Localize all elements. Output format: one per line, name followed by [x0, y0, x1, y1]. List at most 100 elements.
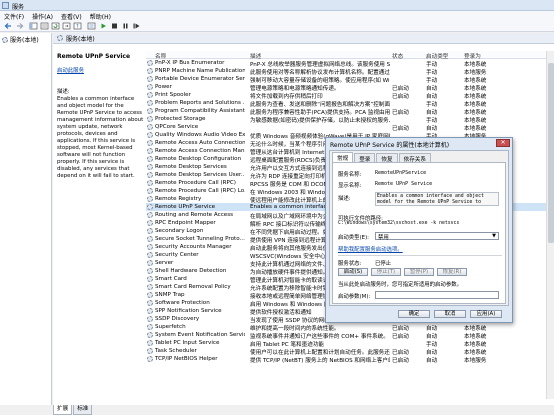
description-box[interactable]: Enables a common interface and object mo…	[375, 192, 499, 206]
service-name-cell: Portable Device Enumerator Ser...	[155, 76, 245, 82]
table-row[interactable]: Power 管理电源策略和电源策略通知传递。 已启动 自动 本地系统	[146, 83, 554, 92]
scrollbar-thumb[interactable]	[548, 63, 554, 243]
service-name-cell: Secondary Logon	[155, 228, 204, 234]
service-status-cell: 已启动	[392, 358, 409, 364]
display-name-label: 显示名称:	[338, 183, 362, 189]
pause-service-icon[interactable]	[121, 22, 130, 30]
properties-icon[interactable]	[87, 22, 96, 30]
service-name-cell: SNMP Trap	[155, 292, 185, 298]
service-name-cell: Tablet PC Input Service	[155, 340, 220, 346]
gear-icon	[147, 292, 153, 298]
ok-button[interactable]: 确定	[398, 310, 430, 318]
service-name-cell: Superfetch	[155, 324, 186, 330]
gear-icon	[147, 60, 153, 66]
resume-button[interactable]: 恢复(R)	[437, 268, 467, 276]
dialog-titlebar[interactable]: Remote UPnP Service 的属性(本地计算机) ✕	[326, 138, 512, 149]
gear-icon	[147, 348, 153, 354]
gear-icon	[147, 180, 153, 186]
gear-icon	[147, 108, 153, 114]
start-service-icon[interactable]	[99, 22, 108, 30]
gear-icon	[147, 244, 153, 250]
detail-desc-text: Enables a common interface and object mo…	[57, 96, 144, 179]
gear-icon	[147, 204, 153, 210]
stop-button[interactable]: 停止(T)	[371, 268, 401, 276]
toolbar: ?	[0, 20, 554, 32]
service-name-cell: Secure Socket Tunneling Proto...	[155, 236, 245, 242]
restart-service-icon[interactable]	[132, 22, 141, 30]
table-row[interactable]: PNRP Machine Name Publication... 此服务使用对等名…	[146, 67, 554, 76]
service-name-cell: Remote Access Auto Connection ...	[155, 140, 245, 146]
export-icon[interactable]	[62, 22, 71, 30]
table-row[interactable]: QPCore Service 已启动 自动 本地系统	[146, 123, 554, 132]
exe-path-value: C:\Windows\system32\svchost.exe -k netsv…	[338, 221, 460, 226]
tab-extended[interactable]: 扩展	[53, 405, 73, 415]
gear-icon	[147, 220, 153, 226]
table-row[interactable]: Protected Storage 为敏感数据(如密码)提供保护存储，以防止未授权…	[146, 115, 554, 124]
table-row[interactable]: Task Scheduler使用户可以在此计算机上配置和计划自动任务。此服务还托…	[146, 347, 554, 356]
table-row[interactable]: Tablet PC Input Service 启用 Tablet PC 笔和墨迹…	[146, 339, 554, 348]
cancel-button[interactable]: 取消	[434, 310, 466, 318]
pause-button[interactable]: 暂停(P)	[404, 268, 434, 276]
gear-icon	[147, 188, 153, 194]
table-row[interactable]: TCP/IP NetBIOS Helper 提供 TCP/IP (NetBT) 服…	[146, 355, 554, 364]
service-name-cell: Program Compatibility Assistant...	[155, 108, 245, 114]
startup-help-link[interactable]: 帮助我配置服务启动选项。	[338, 245, 403, 253]
service-name-cell: SSDP Discovery	[155, 316, 200, 322]
service-description-cell: 提供 TCP/IP (NetBT) 服务上的 NetBIOS 和网络上客户端的 …	[250, 358, 390, 364]
table-row[interactable]: Portable Device Enumerator Ser... 强制可移动大容…	[146, 75, 554, 84]
console-tree: 服务(本地)	[0, 33, 52, 405]
table-row[interactable]: PnP-X IP Bus Enumerator PnP-X 总线枚举器服务管理虚拟…	[146, 59, 554, 68]
window-title: 服务	[12, 4, 25, 11]
gear-icon	[147, 228, 153, 234]
gear-icon	[147, 332, 153, 338]
start-service-link[interactable]: 启动此服务	[57, 68, 145, 75]
table-row[interactable]: System Event Notification Service 监视系统事件并…	[146, 331, 554, 340]
show-tree-icon[interactable]	[29, 22, 38, 30]
detail-service-name: Remote UPnP Service	[57, 53, 131, 60]
list-view-icon[interactable]	[40, 22, 49, 30]
service-name-value: RemoteUPnPService	[375, 170, 427, 176]
gear-icon	[147, 148, 153, 154]
startup-type-label: 启动类型(E):	[338, 235, 369, 241]
back-arrow-icon[interactable]	[4, 22, 13, 30]
startup-type-select[interactable]: 禁用 ▼	[375, 232, 499, 241]
services-app-icon	[2, 2, 9, 9]
gear-icon	[147, 324, 153, 330]
tree-node-services-local[interactable]: 服务(本地)	[2, 35, 39, 44]
service-name-cell: Print Spooler	[155, 92, 191, 98]
service-name-cell: Remote Procedure Call (RPC) Lo...	[155, 188, 245, 194]
service-name-cell: Remote Registry	[155, 196, 202, 202]
chevron-down-icon: ▼	[492, 233, 496, 239]
table-row[interactable]: Problem Reports and Solutions ... 此服务为查看、…	[146, 99, 554, 108]
view-tabs: 扩展 标准	[53, 405, 93, 415]
service-name-cell: Protected Storage	[155, 116, 206, 122]
table-row[interactable]: Program Compatibility Assistant... 此服务为程序…	[146, 107, 554, 116]
service-name-cell: PnP-X IP Bus Enumerator	[155, 60, 225, 66]
window-titlebar: 服务	[0, 0, 554, 11]
svg-text:?: ?	[76, 24, 79, 30]
start-button[interactable]: 启动(S)	[338, 268, 368, 276]
stop-service-icon[interactable]	[110, 22, 119, 30]
apply-button[interactable]: 应用(A)	[470, 310, 502, 318]
service-name-cell: Remote Access Connection Man...	[155, 148, 245, 154]
list-scrollbar[interactable]	[546, 51, 554, 399]
forward-arrow-icon[interactable]	[15, 22, 24, 30]
service-name-cell: Power	[155, 84, 172, 90]
start-params-input[interactable]	[375, 291, 499, 299]
service-name-cell: Smart Card Removal Policy	[155, 284, 231, 290]
gear-icon	[147, 100, 153, 106]
gear-icon	[147, 116, 153, 122]
general-panel: 服务名称: RemoteUPnPService 显示名称: Remote UPn…	[332, 162, 506, 304]
tab-standard[interactable]: 标准	[73, 405, 93, 415]
gear-icon	[147, 236, 153, 242]
refresh-icon[interactable]	[51, 22, 60, 30]
table-row[interactable]: Print Spooler 将文件加载到内存供稍后打印 已启动 自动 本地系统	[146, 91, 554, 100]
service-name-cell: TCP/IP NetBIOS Helper	[155, 356, 218, 362]
help-icon[interactable]: ?	[73, 22, 82, 30]
table-row[interactable]: Superfetch 维护和提高一段时间内的系统性能。 已启动 自动 本地系统	[146, 323, 554, 332]
gear-icon	[2, 36, 8, 43]
service-name-cell: Routing and Remote Access	[155, 212, 234, 218]
service-name-cell: Quality Windows Audio Video Ex...	[155, 132, 245, 138]
close-icon[interactable]: ✕	[496, 139, 510, 147]
service-name-cell: QPCore Service	[155, 124, 199, 130]
